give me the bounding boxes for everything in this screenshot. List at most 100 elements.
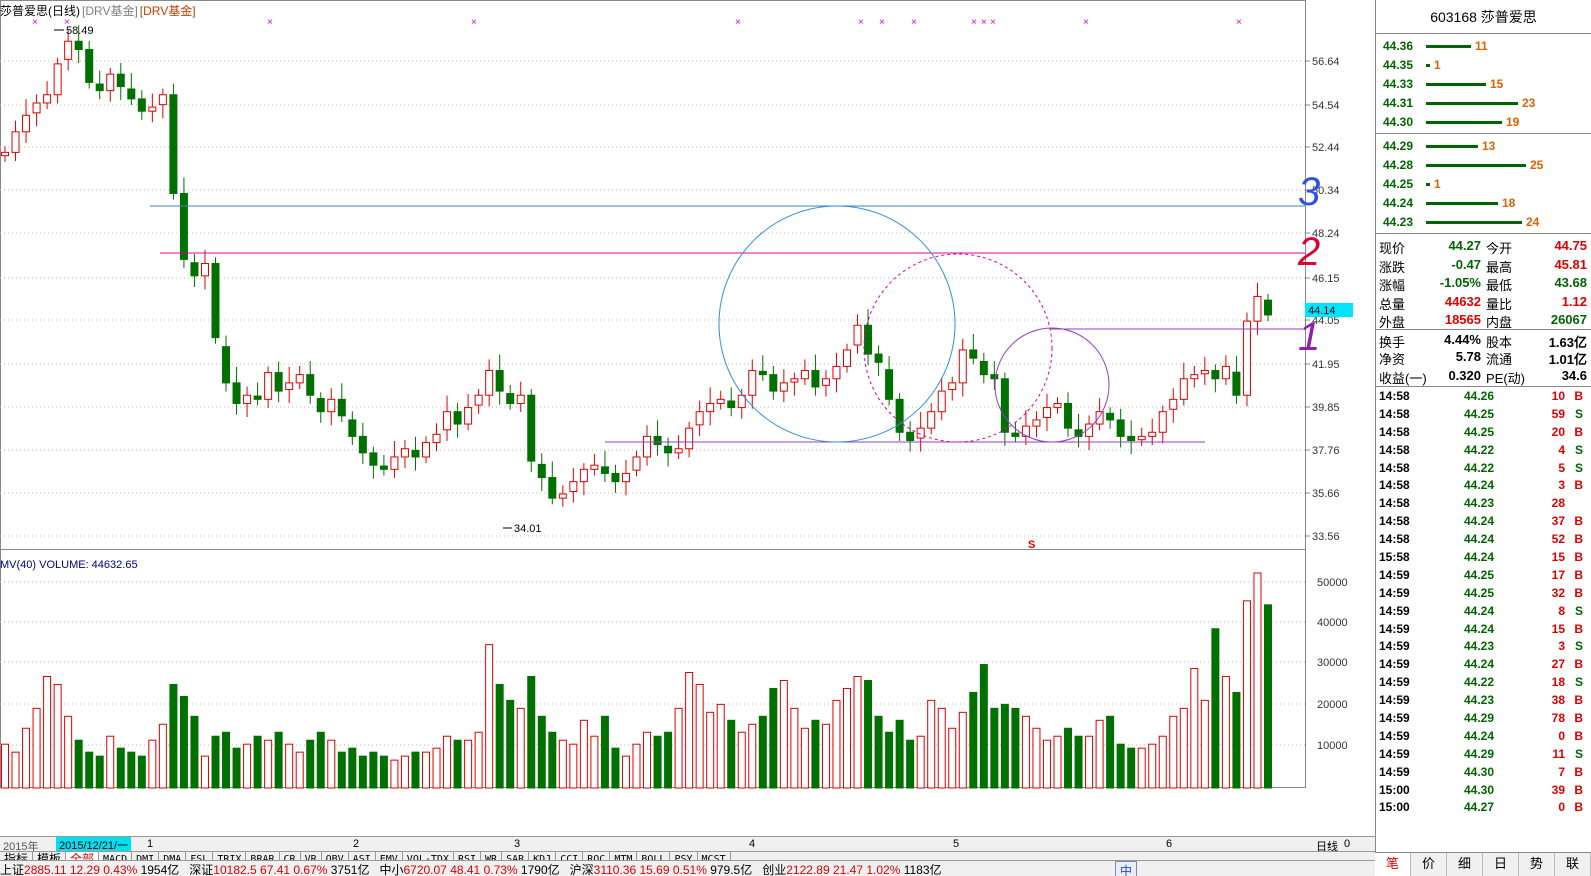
- trade-price: 44.30: [1464, 764, 1495, 779]
- stat-value: 44.27: [1448, 238, 1481, 253]
- order-price: 44.33: [1383, 77, 1414, 91]
- trade-row: 14:59 44.22 18 S: [1376, 673, 1591, 691]
- price-axis-label: 39.85: [1312, 402, 1340, 414]
- trade-volume: 32: [1551, 585, 1565, 600]
- stat-value: 4.44%: [1444, 331, 1481, 347]
- index-change: 67.41: [256, 863, 294, 876]
- quote-tab[interactable]: 日: [1483, 853, 1519, 876]
- stat-value: -0.47: [1451, 256, 1481, 272]
- order-bar: [1426, 183, 1430, 186]
- trade-time: 14:59: [1379, 603, 1410, 618]
- order-row: 44.35 1: [1380, 55, 1591, 74]
- index-quote[interactable]: 创业2122.89 21.47 1.02% 1183亿: [762, 863, 941, 876]
- trade-direction: B: [1574, 800, 1583, 815]
- quote-stats: 现价 44.27 今开 44.75 涨跌 -0.47 最高 45.81 涨幅 -1.05% 最低 43…: [1376, 234, 1591, 387]
- stat-row: 换手 4.44% 股本 1.63亿: [1376, 328, 1591, 350]
- trade-row: 14:59 44.23 38 B: [1376, 691, 1591, 709]
- volume-bars: [1, 572, 1272, 789]
- trade-price: 44.27: [1464, 800, 1495, 815]
- trade-time: 14:58: [1379, 442, 1410, 457]
- index-pct: 0.73%: [483, 863, 521, 876]
- trade-volume: 52: [1551, 532, 1565, 547]
- svg-text:×: ×: [971, 17, 977, 28]
- month-label: 2: [353, 838, 360, 850]
- price-axis-label: 41.95: [1312, 359, 1340, 371]
- index-price: 2885.11: [24, 863, 67, 876]
- index-change: 12.29: [66, 863, 104, 876]
- volume-axis-label: 50000: [1317, 577, 1348, 589]
- order-qty: 15: [1490, 77, 1504, 91]
- trade-direction: S: [1574, 746, 1583, 761]
- stat-value: 44.75: [1554, 238, 1587, 253]
- stat-label: 收益(一): [1379, 370, 1427, 386]
- quote-tab[interactable]: 联: [1555, 853, 1591, 876]
- trade-time: 14:58: [1379, 514, 1410, 529]
- trade-price: 44.25: [1464, 424, 1495, 439]
- annotation-1: 1: [1298, 315, 1320, 359]
- order-bar: [1426, 64, 1430, 67]
- trade-volume: 20: [1551, 424, 1565, 439]
- trade-row: 14:58 44.24 52 B: [1376, 530, 1591, 548]
- stat-value: 45.81: [1554, 256, 1587, 272]
- index-quote[interactable]: 上证2885.11 12.29 0.43% 1954亿: [0, 863, 179, 876]
- trade-price: 44.24: [1464, 550, 1495, 565]
- svg-text:S: S: [1028, 539, 1035, 551]
- trade-price: 44.24: [1464, 514, 1495, 529]
- trade-row: 14:59 44.24 0 B: [1376, 727, 1591, 745]
- month-label: 3: [514, 838, 521, 850]
- svg-text:×: ×: [471, 17, 477, 28]
- price-axis-label: 33.56: [1312, 531, 1340, 543]
- trade-time: 14:59: [1379, 675, 1410, 690]
- kline-chart-area[interactable]: 56.6454.5452.4450.3448.2446.1544.0541.95…: [0, 0, 1375, 852]
- index-amount: 1790亿: [520, 863, 560, 876]
- trade-volume: 28: [1551, 496, 1565, 511]
- price-axis-label: 56.64: [1312, 56, 1340, 68]
- trade-volume: 39: [1551, 782, 1565, 797]
- month-label: 5: [953, 838, 960, 850]
- trade-price: 44.23: [1464, 693, 1495, 708]
- header-tag-1[interactable]: [DRV基金]: [82, 4, 138, 18]
- trade-row: 15:00 44.30 39 B: [1376, 781, 1591, 799]
- ime-indicator[interactable]: 中: [1115, 861, 1138, 876]
- stat-value: 5.78: [1455, 349, 1481, 364]
- svg-text:×: ×: [981, 17, 987, 28]
- quote-tab[interactable]: 价: [1411, 853, 1447, 876]
- trade-direction: B: [1574, 728, 1583, 743]
- index-name: 上证: [0, 863, 25, 876]
- date-box[interactable]: 2015/12/21/一: [56, 837, 132, 852]
- axis-btn-2[interactable]: 0: [1344, 838, 1350, 850]
- bid-book: 44.29 13 44.28 25 44.25 1 44.24 18 44.23 24: [1376, 134, 1591, 234]
- index-quote[interactable]: 深证10182.5 67.41 0.67% 3751亿: [189, 863, 369, 876]
- signal-markers: × × × × × × × × × × × × ×: [32, 17, 1242, 28]
- index-price: 10182.5: [213, 863, 257, 876]
- stat-value: 34.6: [1561, 367, 1587, 383]
- trade-direction: B: [1574, 514, 1583, 529]
- trade-price: 44.24: [1464, 603, 1495, 618]
- svg-text:×: ×: [735, 17, 741, 28]
- order-bar: [1426, 164, 1526, 167]
- header-tag-2[interactable]: [DRV基金]: [140, 4, 196, 18]
- svg-text:×: ×: [1083, 17, 1089, 28]
- index-quote[interactable]: 沪深3110.36 15.69 0.51% 979.5亿: [570, 863, 753, 876]
- price-axis-label: 35.66: [1312, 488, 1340, 500]
- trade-direction: S: [1574, 406, 1583, 421]
- svg-text:×: ×: [879, 17, 885, 28]
- quote-tab[interactable]: 笔: [1375, 853, 1411, 876]
- quote-tab[interactable]: 势: [1519, 853, 1555, 876]
- trade-row: 14:59 44.29 11 S: [1376, 745, 1591, 763]
- stat-row: 现价 44.27 今开 44.75: [1376, 236, 1591, 256]
- trade-time: 14:59: [1379, 728, 1410, 743]
- chart-header: 莎普爱思(日线) [DRV基金] [DRV基金]: [0, 2, 198, 19]
- stat-value: -1.05%: [1439, 275, 1481, 290]
- trade-price: 44.25: [1464, 406, 1495, 421]
- stat-value: 0.320: [1448, 367, 1481, 383]
- trade-volume: 7: [1558, 764, 1565, 779]
- trade-volume: 38: [1551, 693, 1565, 708]
- order-price: 44.36: [1383, 39, 1414, 53]
- trade-row: 14:59 44.29 78 B: [1376, 709, 1591, 727]
- trade-row: 14:58 44.23 28: [1376, 494, 1591, 512]
- trade-volume: 78: [1551, 711, 1565, 726]
- quote-tab[interactable]: 细: [1447, 853, 1483, 876]
- index-price: 6720.07: [403, 863, 447, 876]
- index-quote[interactable]: 中小6720.07 48.41 0.73% 1790亿: [379, 863, 559, 876]
